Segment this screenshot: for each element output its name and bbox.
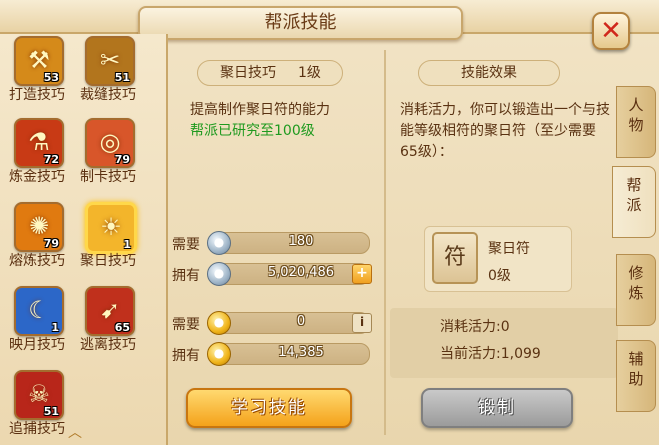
skill-icon: ✂ 51	[85, 36, 135, 86]
silver-have-value: 5,020,486	[267, 265, 335, 280]
info-icon[interactable]: i	[352, 313, 372, 333]
tab-cultivation[interactable]: 修炼	[616, 254, 656, 326]
skill-level-header: 聚日技巧 1级	[197, 60, 343, 86]
silver-coin-icon: ●	[207, 231, 231, 255]
energy-cost: 消耗活力:0	[440, 319, 510, 335]
gold-have-value: 14,385	[278, 345, 324, 360]
add-silver-button[interactable]: +	[352, 264, 372, 284]
skill-icon: ☀ 1	[85, 202, 137, 254]
skill-item-escape[interactable]: ➹ 65 逃离技巧	[75, 286, 141, 368]
close-icon: ✕	[600, 16, 622, 46]
skill-item-smelting[interactable]: ✺ 79 熔炼技巧	[4, 202, 70, 284]
skill-item-forging[interactable]: ⚒ 53 打造技巧	[4, 36, 70, 118]
item-name: 聚日符	[488, 241, 530, 257]
skill-icon: ☠ 51	[14, 370, 64, 420]
skill-item-card-making[interactable]: ◎ 79 制卡技巧	[75, 118, 141, 200]
silver-have-bar: 5,020,486	[212, 263, 370, 285]
silver-need-bar: 180	[212, 232, 370, 254]
skill-icon: ⚗ 72	[14, 118, 64, 168]
talisman-icon: 符	[432, 232, 478, 284]
learn-skill-button[interactable]: 学习技能	[186, 388, 352, 428]
gold-coin-icon: ●	[207, 311, 231, 335]
gold-coin-icon: ●	[207, 342, 231, 366]
skill-effect-description: 消耗活力，你可以锻造出一个与技能等级相符的聚日符（至少需要65级）：	[400, 102, 610, 160]
skill-list[interactable]: ⚒ 53 打造技巧 ✂ 51 裁缝技巧 ⚗ 72 炼金技巧 ◎ 79 制卡技巧 ✺ 79 …	[0, 34, 168, 445]
gold-have-bar: 14,385	[212, 343, 370, 365]
skill-name: 聚日技巧	[220, 65, 276, 81]
skill-item-sun-gathering[interactable]: ☀ 1 聚日技巧	[75, 202, 141, 284]
window-title: 帮派技能	[138, 6, 463, 40]
skill-icon: ✺ 79	[14, 202, 64, 252]
skill-icon: ☾ 1	[14, 286, 64, 336]
silver-need-label: 需要	[172, 237, 200, 253]
gold-need-bar: 0	[212, 312, 370, 334]
gold-need-value: 0	[296, 314, 306, 329]
skill-icon: ◎ 79	[85, 118, 135, 168]
panel-divider	[384, 50, 386, 435]
silver-have-label: 拥有	[172, 268, 200, 284]
forge-button[interactable]: 锻制	[421, 388, 573, 428]
skill-effect-header: 技能效果	[418, 60, 560, 86]
silver-need-value: 180	[288, 234, 314, 249]
skill-icon: ⚒ 53	[14, 36, 64, 86]
skill-level: 1级	[298, 65, 321, 81]
tab-character[interactable]: 人物	[616, 86, 656, 158]
silver-coin-icon: ●	[207, 262, 231, 286]
tab-guild[interactable]: 帮派	[612, 166, 656, 238]
skill-item-tailoring[interactable]: ✂ 51 裁缝技巧	[75, 36, 141, 118]
skill-item-alchemy[interactable]: ⚗ 72 炼金技巧	[4, 118, 70, 200]
scroll-up-icon[interactable]: ︿	[68, 422, 82, 442]
tab-auxiliary[interactable]: 辅助	[616, 340, 656, 412]
gold-have-label: 拥有	[172, 348, 200, 364]
energy-current: 当前活力:1,099	[440, 346, 541, 362]
skill-item-moon-reflecting[interactable]: ☾ 1 映月技巧	[4, 286, 70, 368]
skill-description: 提高制作聚日符的能力 帮派已研究至100级	[190, 100, 380, 142]
skill-icon: ➹ 65	[85, 286, 135, 336]
item-level: 0级	[488, 268, 511, 284]
close-button[interactable]: ✕	[592, 12, 630, 50]
skill-item-pursuit[interactable]: ☠ 51 追捕技巧	[4, 370, 70, 445]
gold-need-label: 需要	[172, 317, 200, 333]
guild-research-status: 帮派已研究至100级	[190, 123, 315, 139]
